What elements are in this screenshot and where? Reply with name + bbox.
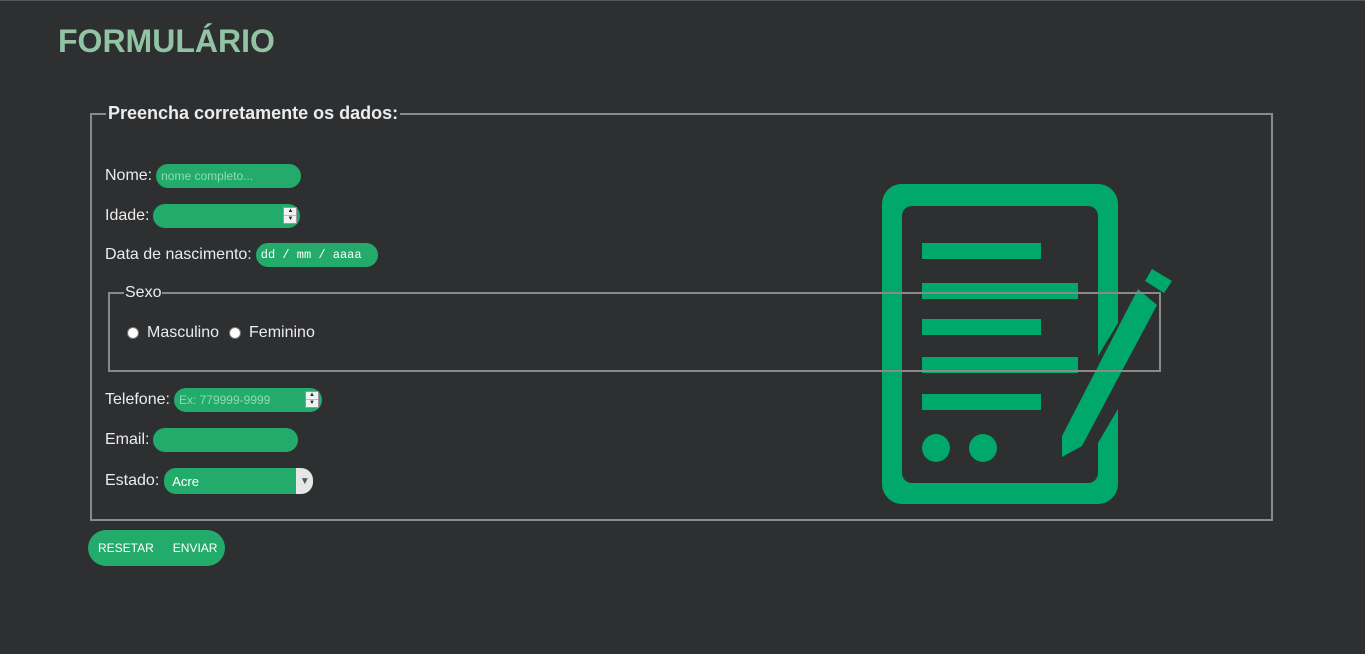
radio-feminino-label[interactable]: Feminino xyxy=(249,324,315,342)
estado-selected: Acre xyxy=(172,473,199,489)
spin-button-icon[interactable]: ▲ ▼ xyxy=(304,391,319,408)
page-title: FORMULÁRIO xyxy=(58,23,275,59)
chevron-down-icon[interactable]: ▼ xyxy=(296,468,314,494)
idade-label: Idade: xyxy=(105,207,150,224)
radio-masculino-label[interactable]: Masculino xyxy=(147,324,219,342)
form-buttons: RESETAR ENVIAR xyxy=(88,530,225,566)
email-input[interactable] xyxy=(153,428,299,452)
form-legend: Preencha corretamente os dados: xyxy=(108,103,399,123)
telefone-input[interactable]: Ex: 779999-9999 ▲ ▼ xyxy=(173,388,322,412)
estado-row: Estado: Acre ▼ xyxy=(105,468,314,494)
telefone-label: Telefone: xyxy=(105,391,170,408)
nome-row: Nome: nome completo... xyxy=(105,164,302,188)
nascimento-label: Data de nascimento: xyxy=(105,246,252,263)
spin-button-icon[interactable]: ▲ ▼ xyxy=(283,207,298,224)
submit-button[interactable]: ENVIAR xyxy=(173,541,218,555)
telefone-placeholder: Ex: 779999-9999 xyxy=(178,393,271,407)
idade-row: Idade: ▲ ▼ xyxy=(105,204,301,228)
nascimento-placeholder: dd / mm / aaaa xyxy=(260,248,362,262)
nome-input[interactable]: nome completo... xyxy=(156,164,302,188)
sexo-options: Masculino Feminino xyxy=(127,324,315,342)
idade-input[interactable]: ▲ ▼ xyxy=(153,204,301,228)
nome-placeholder: nome completo... xyxy=(161,169,254,183)
telefone-row: Telefone: Ex: 779999-9999 ▲ ▼ xyxy=(105,388,322,412)
estado-select[interactable]: Acre ▼ xyxy=(164,468,314,494)
sexo-legend: Sexo xyxy=(125,284,162,301)
radio-masculino[interactable] xyxy=(127,327,139,339)
email-label: Email: xyxy=(105,431,150,448)
nascimento-row: Data de nascimento: dd / mm / aaaa xyxy=(105,243,378,267)
estado-label: Estado: xyxy=(105,472,160,489)
radio-feminino[interactable] xyxy=(229,327,242,339)
nome-label: Nome: xyxy=(105,167,153,184)
email-row: Email: xyxy=(105,428,299,452)
nascimento-input[interactable]: dd / mm / aaaa xyxy=(255,243,378,267)
reset-button[interactable]: RESETAR xyxy=(98,541,154,555)
